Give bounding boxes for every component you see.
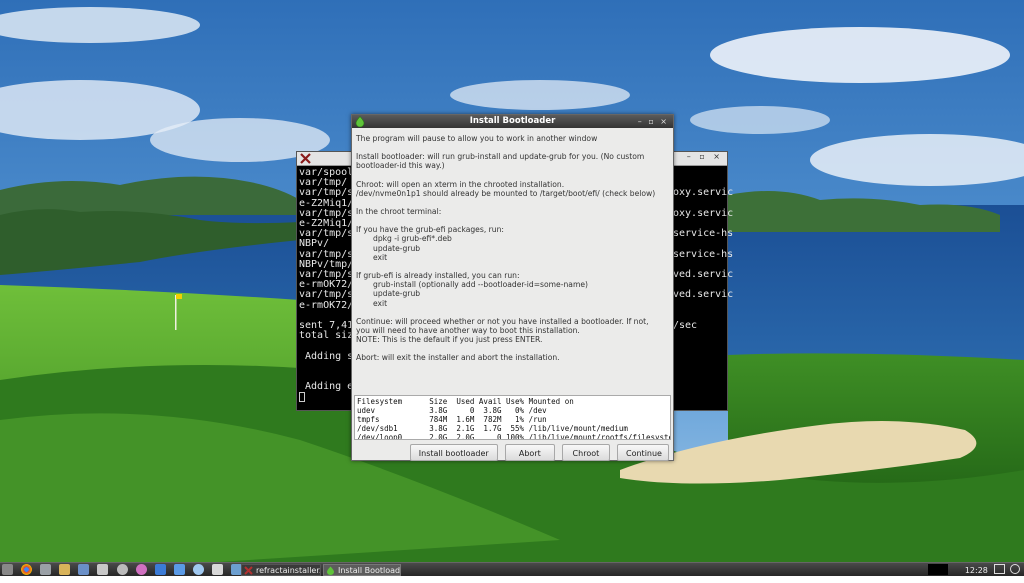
text-editor-icon[interactable] (212, 564, 224, 575)
msg-continue-line2: you will need to have another way to boo… (356, 326, 580, 336)
image-icon[interactable] (173, 564, 185, 575)
task-refractainstaller-label: refractainstaller... (256, 566, 321, 575)
settings-icon[interactable] (116, 564, 128, 575)
msg-continue-note: NOTE: This is the default if you just pr… (356, 335, 543, 345)
cmd-grub-install: grub-install (optionally add --bootloade… (373, 280, 588, 290)
msg-continue: Continue: will proceed whether or not yo… (356, 317, 669, 345)
dialog-button-row: Install bootloader Abort Chroot Continue (408, 441, 669, 461)
df-output-line: Filesystem Size Used Avail Use% Mounted … (357, 397, 574, 406)
display-icon[interactable] (994, 564, 1006, 574)
system-tray: 12:28 (928, 564, 1020, 576)
clock[interactable]: 12:28 (965, 566, 988, 575)
power-icon[interactable] (1010, 564, 1020, 574)
dialog-message: The program will pause to allow you to w… (352, 128, 673, 363)
launcher-icons (2, 564, 245, 576)
menu-icon[interactable] (2, 564, 13, 575)
monitor-icon[interactable] (40, 564, 52, 575)
media-icon[interactable] (135, 564, 147, 575)
terminal-line-right (673, 168, 728, 178)
terminal-line-right: service-hs (673, 228, 734, 240)
network-icon[interactable] (154, 564, 166, 575)
df-output-line: tmpfs 784M 1.6M 782M 1% /run (357, 415, 547, 424)
msg-grub-efi-installed: If grub-efi is already installed, you ca… (356, 271, 669, 308)
chroot-button[interactable]: Chroot (561, 444, 610, 461)
msg-chroot-line2: /dev/nvme0n1p1 should already be mounted… (356, 188, 656, 198)
terminal-line-right: /sec (673, 320, 698, 332)
dialog-titlebar[interactable]: Install Bootloader – ▫ × (352, 115, 673, 128)
terminal-line-right: service-hs (673, 248, 734, 260)
app-drop-task-icon (327, 566, 334, 575)
cmd-exit: exit (373, 252, 388, 262)
continue-button[interactable]: Continue (617, 444, 669, 461)
terminal-cursor (299, 392, 305, 403)
task-refractainstaller[interactable]: refractainstaller... (241, 564, 321, 576)
abort-button[interactable]: Abort (504, 444, 555, 461)
cmd-exit-2: exit (373, 298, 388, 308)
msg-install-bootloader: Install bootloader: will run grub-instal… (356, 152, 645, 171)
df-output-line: /dev/sdb1 3.8G 2.1G 1.7G 55% /lib/live/m… (357, 424, 628, 433)
chrome-icon[interactable] (21, 564, 33, 575)
msg-grub-efi-packages: If you have the grub-efi packages, run: … (356, 225, 669, 262)
msg-grub-efi-packages-title: If you have the grub-efi packages, run: (356, 225, 504, 235)
df-output-line: udev 3.8G 0 3.8G 0% /dev (357, 406, 547, 415)
terminal-line-right: ved.servic (673, 289, 734, 301)
folder-icon[interactable] (59, 564, 71, 575)
tray-indicator (928, 564, 949, 575)
browser-icon[interactable] (192, 564, 204, 575)
cmd-dpkg: dpkg -i grub-efi*.deb (373, 234, 452, 244)
msg-grub-efi-installed-title: If grub-efi is already installed, you ca… (356, 271, 520, 281)
msg-abort: Abort: will exit the installer and abort… (356, 353, 560, 363)
cmd-update-grub-2: update-grub (373, 289, 421, 299)
xterm-icon (300, 153, 311, 164)
dialog-title: Install Bootloader (469, 116, 556, 126)
document-icon[interactable] (97, 564, 109, 575)
terminal-line-right (673, 301, 728, 311)
xterm-task-icon (244, 566, 253, 575)
msg-chroot-terminal: In the chroot terminal: (356, 207, 442, 217)
msg-chroot: Chroot: will open an xterm in the chroot… (356, 180, 669, 198)
msg-continue-line1: Continue: will proceed whether or not yo… (356, 316, 649, 326)
task-install-bootloader-label: Install Bootloader (338, 566, 401, 575)
terminal-line-right: oxy.servic (673, 207, 734, 219)
task-install-bootloader[interactable]: Install Bootloader (323, 564, 401, 576)
terminal-line-right: oxy.servic (673, 187, 734, 199)
msg-chroot-line1: Chroot: will open an xterm in the chroot… (356, 179, 565, 189)
dialog-window-buttons[interactable]: – ▫ × (638, 115, 669, 128)
terminal-output-right: oxy.servic oxy.servic service-hs service… (673, 168, 734, 332)
install-bootloader-dialog[interactable]: Install Bootloader – ▫ × The program wil… (351, 114, 674, 461)
msg-pause: The program will pause to allow you to w… (356, 134, 598, 143)
cmd-update-grub: update-grub (373, 243, 421, 253)
app-drop-icon (355, 116, 365, 127)
install-bootloader-button[interactable]: Install bootloader (409, 444, 498, 461)
files-icon[interactable] (78, 564, 90, 575)
terminal-window-buttons[interactable]: – ▫ × (687, 152, 723, 161)
terminal-line-right: ved.servic (673, 269, 734, 281)
df-output-line: /dev/loop0 2.0G 2.0G 0 100% /lib/live/mo… (357, 433, 671, 440)
taskbar: refractainstaller... Install Bootloader … (0, 562, 1024, 576)
df-output-box[interactable]: Filesystem Size Used Avail Use% Mounted … (354, 395, 671, 440)
